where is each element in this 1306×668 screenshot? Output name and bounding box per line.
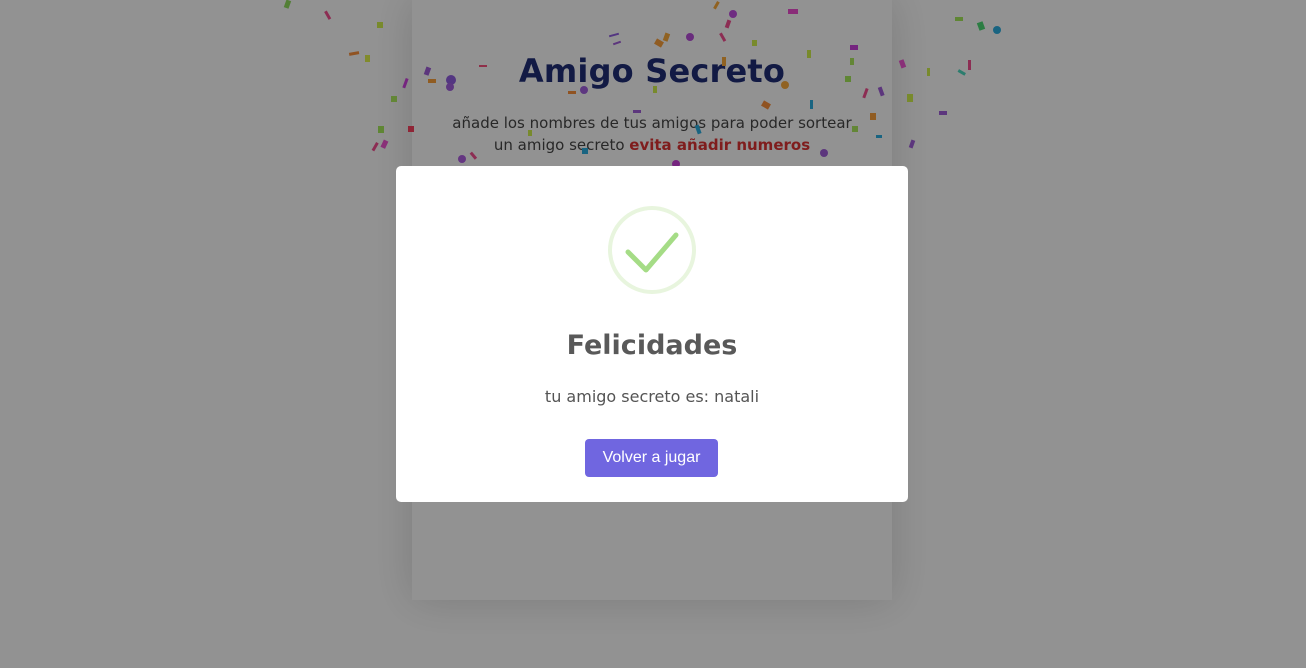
success-check-icon <box>608 206 696 294</box>
play-again-button[interactable]: Volver a jugar <box>585 439 718 477</box>
success-dialog: Felicidades tu amigo secreto es: natali … <box>396 166 908 502</box>
dialog-message: tu amigo secreto es: natali <box>544 387 760 406</box>
dialog-title: Felicidades <box>566 330 738 361</box>
